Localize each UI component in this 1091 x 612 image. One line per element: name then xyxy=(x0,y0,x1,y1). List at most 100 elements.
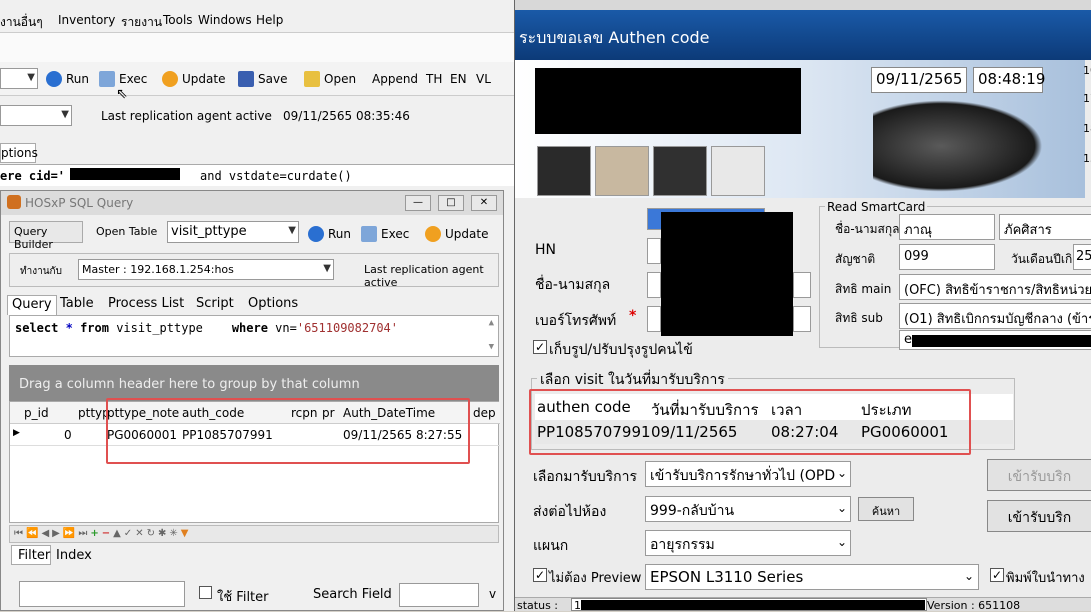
menu-report[interactable]: รายงาน xyxy=(121,13,162,32)
run-button[interactable]: Run xyxy=(308,223,351,245)
exec-button[interactable]: Exec xyxy=(361,223,409,245)
sql-editor[interactable]: select * from visit_pttype where vn='651… xyxy=(9,315,499,357)
name-field-end[interactable] xyxy=(793,272,811,298)
goto-icon[interactable]: ✳ xyxy=(169,528,180,539)
scroll-down-icon[interactable]: ▼ xyxy=(489,342,494,352)
sc-nationality: 099 xyxy=(899,244,995,270)
edge-number: 15 xyxy=(1083,152,1091,165)
scroll-arrow-icon[interactable]: v xyxy=(489,587,496,601)
phone-field[interactable] xyxy=(647,306,661,332)
menu-other[interactable]: งานอื่นๆ xyxy=(0,13,43,32)
required-mark: * xyxy=(629,308,637,324)
col-dep[interactable]: dep xyxy=(473,406,496,420)
scroll-up-icon[interactable]: ▲ xyxy=(489,318,494,328)
table-row[interactable]: PP1085707991 09/11/2565 08:27:04 PG00600… xyxy=(535,420,1013,444)
sql-editor[interactable]: ere cid=' and vstdate=curdate() xyxy=(0,164,514,186)
run-button[interactable]: Run xyxy=(46,68,89,90)
tab-options[interactable]: Options xyxy=(244,295,302,315)
filter-icon[interactable]: ▼ xyxy=(181,528,192,539)
visit-time: 08:27:04 xyxy=(771,423,839,441)
tab-index[interactable]: Index xyxy=(56,548,92,563)
card-insert-thumbnail xyxy=(595,146,649,196)
en-button[interactable]: EN xyxy=(450,68,467,90)
use-filter-checkbox[interactable] xyxy=(199,586,212,599)
card-reader-image xyxy=(873,100,1043,192)
replication-time: 09/11/2565 08:35:46 xyxy=(283,109,410,123)
maximize-button[interactable]: □ xyxy=(438,195,464,211)
open-button[interactable]: Open xyxy=(304,68,356,90)
save-icon xyxy=(238,71,254,87)
update-button[interactable]: Update xyxy=(162,68,225,90)
edit-icon[interactable]: ✓ xyxy=(124,528,135,539)
menu-inventory[interactable]: Inventory xyxy=(58,13,115,27)
close-button[interactable]: ✕ xyxy=(471,195,497,211)
tab-filter[interactable]: Filter xyxy=(11,545,51,565)
sc-first-name: ภาณุ xyxy=(899,214,995,240)
prev-icon[interactable]: ◀ xyxy=(41,528,52,539)
first-icon[interactable]: ⏮ xyxy=(14,528,26,539)
refresh-icon[interactable]: ↻ xyxy=(147,528,158,539)
next-icon[interactable]: ▶ xyxy=(52,528,63,539)
delete-icon[interactable]: − xyxy=(102,528,113,539)
printer-select[interactable]: EPSON L3110 Series ⌄ xyxy=(645,564,979,590)
sc-extra-field: e xyxy=(899,330,1091,350)
query-builder-button[interactable]: Query Builder xyxy=(9,221,83,251)
filter-input[interactable] xyxy=(19,581,185,607)
last-icon[interactable]: ⏭ xyxy=(78,528,90,539)
print-guide-checkbox[interactable]: ✓ xyxy=(990,568,1004,582)
tab-script[interactable]: Script xyxy=(192,295,238,315)
next-page-icon[interactable]: ⏩ xyxy=(63,528,78,539)
col-pttype[interactable]: pttyp xyxy=(78,406,110,420)
bookmark-icon[interactable]: ✱ xyxy=(158,528,169,539)
add-icon[interactable]: + xyxy=(90,528,101,539)
tab-table[interactable]: Table xyxy=(56,295,98,315)
prev-page-icon[interactable]: ⏪ xyxy=(26,528,41,539)
update-button[interactable]: Update xyxy=(425,223,488,245)
vl-button[interactable]: VL xyxy=(476,68,491,90)
save-button[interactable]: Save xyxy=(238,68,287,90)
append-button[interactable]: Append xyxy=(372,68,418,90)
enter-service-button-2[interactable]: เข้ารับบริก xyxy=(987,500,1091,532)
table-row[interactable]: ▶ 0 PG0060001 PP1085707991 09/11/2565 8:… xyxy=(10,424,500,446)
name-field[interactable] xyxy=(647,272,661,298)
enter-service-button-1[interactable]: เข้ารับบริก xyxy=(987,459,1091,491)
result-grid[interactable]: p_id pttyp pttype_note auth_code rcpn pr… xyxy=(9,401,500,523)
cancel-icon[interactable]: ✕ xyxy=(135,528,146,539)
col-auth-datetime[interactable]: Auth_DateTime xyxy=(343,406,435,420)
grid-navigator[interactable]: ⏮⏪◀▶⏩⏭+−▲✓✕↻✱✳▼ xyxy=(9,525,499,543)
photo-checkbox[interactable]: ✓ xyxy=(533,340,547,354)
col-pr[interactable]: pr xyxy=(322,406,335,420)
sc-dob: 25 xyxy=(1073,244,1091,270)
search-field-input[interactable] xyxy=(399,583,479,607)
department-select[interactable]: อายุรกรรม ⌄ xyxy=(645,530,851,556)
table-select[interactable]: visit_pttype ▼ xyxy=(167,221,299,243)
visit-authen-code: PP1085707991 xyxy=(537,423,651,441)
col-auth-code[interactable]: auth_code xyxy=(182,406,244,420)
redacted-block xyxy=(535,68,801,134)
menu-windows[interactable]: Windows xyxy=(198,13,252,27)
toolbar-combo[interactable]: ▼ xyxy=(0,68,38,89)
menu-help[interactable]: Help xyxy=(256,13,283,27)
no-preview-checkbox[interactable]: ✓ xyxy=(533,568,547,582)
search-button[interactable]: ค้นหา xyxy=(858,497,914,521)
col-p-id[interactable]: p_id xyxy=(24,406,49,420)
tab-query[interactable]: Query xyxy=(7,295,57,315)
smartcard-group-title: Read SmartCard xyxy=(825,200,928,214)
visit-grid[interactable]: authen code วันที่มารับบริการ เวลา ประเภ… xyxy=(535,394,1013,444)
col-pttype-note[interactable]: pttype_note xyxy=(107,406,179,420)
menu-tools[interactable]: Tools xyxy=(163,13,193,27)
server-combo[interactable]: ▼ xyxy=(0,105,72,126)
col-rcpn[interactable]: rcpn xyxy=(291,406,318,420)
tab-options[interactable]: ptions xyxy=(0,143,38,163)
minimize-button[interactable]: — xyxy=(405,195,431,211)
th-button[interactable]: TH xyxy=(426,68,442,90)
up-icon[interactable]: ▲ xyxy=(113,528,124,539)
tab-process-list[interactable]: Process List xyxy=(104,295,188,315)
service-select[interactable]: เข้ารับบริการรักษาทั่วไป (OPD ⌄ xyxy=(645,461,851,487)
update-icon xyxy=(162,71,178,87)
phone-field-end[interactable] xyxy=(793,306,811,332)
send-room-select[interactable]: 999-กลับบ้าน ⌄ xyxy=(645,496,851,522)
database-select[interactable]: Master : 192.168.1.254:hos ▼ xyxy=(78,259,334,280)
chevron-down-icon: ⌄ xyxy=(836,466,847,480)
hn-field[interactable] xyxy=(647,238,661,264)
